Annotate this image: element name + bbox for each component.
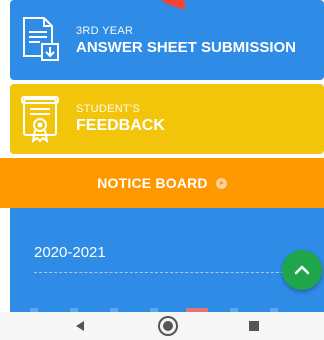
answer-sheet-title: ANSWER SHEET SUBMISSION [76, 38, 297, 56]
app-screen: 3RD YEAR ANSWER SHEET SUBMISSION STUDENT… [0, 0, 324, 340]
certificate-icon [21, 96, 59, 143]
notice-year-item[interactable]: 2020-2021 [34, 244, 106, 261]
system-navigation-bar [0, 312, 324, 340]
recents-square-icon [249, 321, 259, 331]
document-download-icon [23, 17, 59, 61]
chevron-up-icon [294, 265, 310, 275]
feedback-title: FEEDBACK [76, 117, 165, 134]
answer-sheet-submission-card[interactable]: 3RD YEAR ANSWER SHEET SUBMISSION [10, 0, 324, 80]
back-triangle-icon [76, 321, 84, 331]
arrow-circle-right-icon [215, 177, 227, 189]
home-button[interactable] [148, 312, 188, 340]
home-circle-icon [158, 316, 178, 336]
answer-sheet-subtitle: 3RD YEAR [76, 24, 134, 37]
student-feedback-card[interactable]: STUDENT'S FEEDBACK [10, 84, 324, 154]
recents-button[interactable] [234, 312, 274, 340]
back-button[interactable] [60, 312, 100, 340]
notice-board-button[interactable]: NOTICE BOARD [0, 158, 324, 208]
scroll-to-top-button[interactable] [282, 250, 322, 290]
notice-board-label: NOTICE BOARD [97, 175, 208, 191]
notice-list: 2020-2021 [10, 208, 324, 312]
feedback-subtitle: STUDENT'S [76, 103, 141, 115]
list-divider [34, 272, 284, 273]
